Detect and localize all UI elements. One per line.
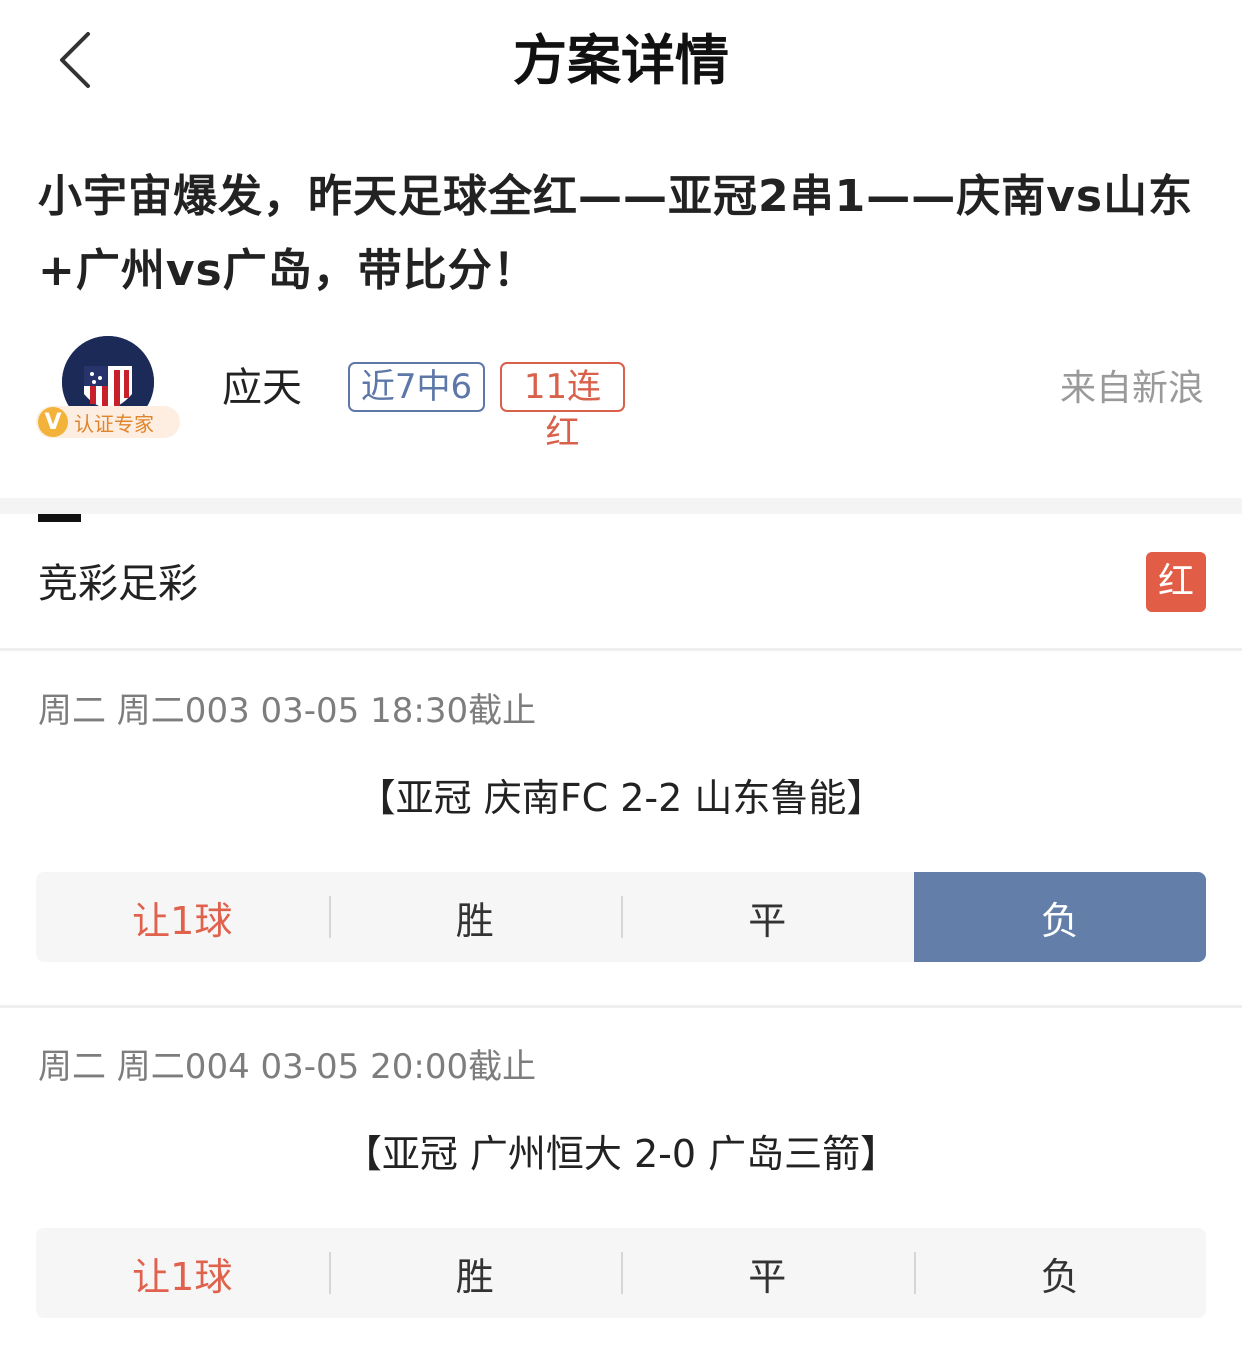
- divider: [0, 648, 1242, 651]
- win-streak-badge: 11连红: [500, 362, 625, 453]
- option-handicap[interactable]: 让1球: [36, 872, 329, 962]
- plan-headline: 小宇宙爆发，昨天足球全红——亚冠2串1——庆南vs山东+广州vs广岛，带比分！: [38, 171, 1194, 296]
- match-card: 周二 周二003 03-05 18:30截止 【亚冠 庆南FC 2-2 山东鲁能…: [0, 652, 1242, 992]
- author-name[interactable]: 应天: [222, 360, 302, 416]
- bet-options: 让1球 胜 平 负: [36, 1228, 1206, 1318]
- recent-record-badge: 近7中6: [348, 362, 485, 412]
- section-gap: [0, 498, 1242, 514]
- option-lose[interactable]: 负: [913, 1228, 1207, 1318]
- cert-label: 认证专家: [74, 411, 154, 436]
- option-draw[interactable]: 平: [621, 1228, 914, 1318]
- option-draw[interactable]: 平: [621, 872, 914, 962]
- option-win[interactable]: 胜: [328, 1228, 622, 1318]
- certified-expert-badge: V 认证专家: [36, 406, 180, 438]
- result-badge: 红: [1146, 552, 1206, 612]
- section-title: 竞彩足彩: [38, 561, 198, 607]
- match-card: 周二 周二004 03-05 20:00截止 【亚冠 广州恒大 2-0 广岛三箭…: [0, 1008, 1242, 1348]
- page-title: 方案详情: [513, 29, 729, 92]
- nav-bar: 方案详情: [0, 0, 1242, 125]
- verified-icon: V: [38, 407, 68, 437]
- tab-indicator: [38, 514, 81, 522]
- author-row: V 认证专家 应天 近7中6 11连红 来自新浪: [0, 330, 1242, 453]
- match-teams: 【亚冠 广州恒大 2-0 广岛三箭】: [343, 1132, 899, 1176]
- source-label: 来自新浪: [1059, 368, 1204, 409]
- option-lose[interactable]: 负: [913, 872, 1206, 962]
- option-win[interactable]: 胜: [328, 872, 622, 962]
- match-info: 周二 周二004 03-05 20:00截止: [38, 1047, 537, 1087]
- option-handicap[interactable]: 让1球: [36, 1228, 329, 1318]
- bet-options: 让1球 胜 平 负: [36, 872, 1206, 962]
- match-teams: 【亚冠 庆南FC 2-2 山东鲁能】: [357, 776, 885, 820]
- match-info: 周二 周二003 03-05 18:30截止: [38, 691, 537, 731]
